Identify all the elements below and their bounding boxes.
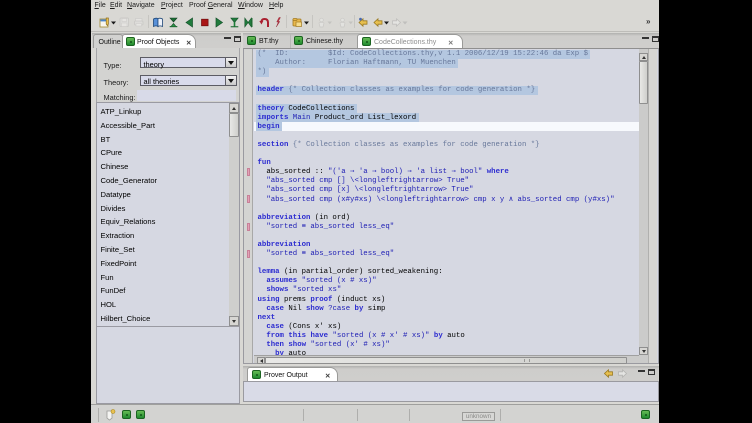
svg-text:»: » xyxy=(646,17,651,26)
